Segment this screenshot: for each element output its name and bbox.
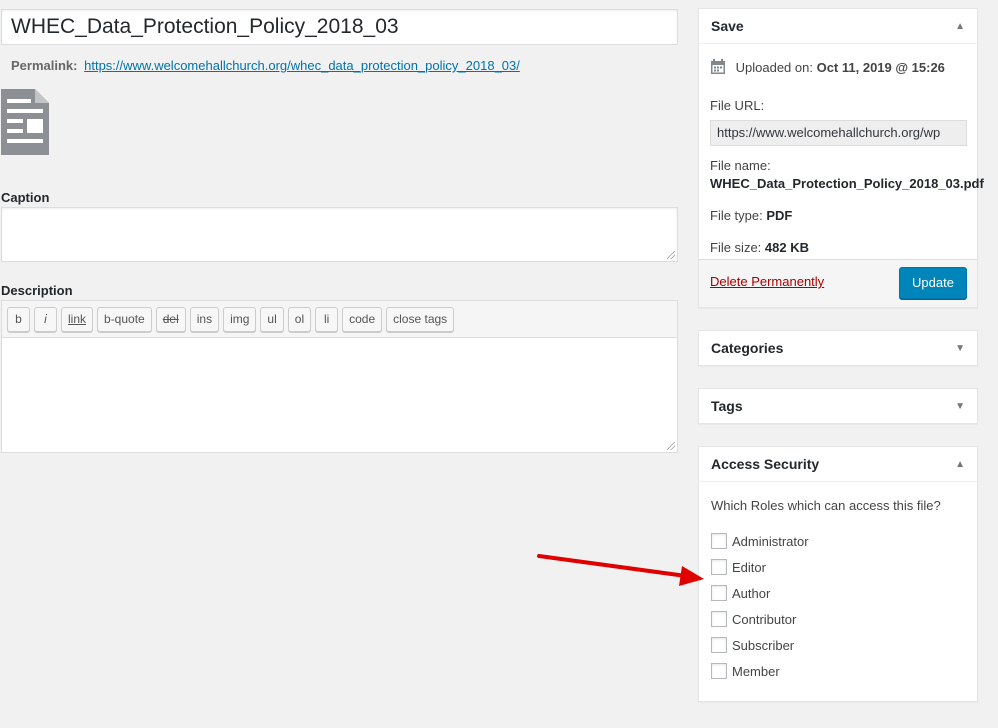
save-postbox: Save ▲ Uploaded on: Oct 11, 2019 @ 15:26… (698, 8, 984, 308)
toggle-up-icon[interactable]: ▲ (955, 9, 965, 44)
annotation-arrow-icon (537, 554, 704, 586)
description-textarea[interactable] (2, 338, 677, 452)
role-label: Administrator (732, 533, 809, 549)
role-row-subscriber[interactable]: Subscriber (711, 632, 965, 658)
file-url-label: File URL: (710, 98, 765, 113)
role-checkbox[interactable] (711, 559, 727, 575)
tags-postbox: Tags ▼ (698, 388, 978, 424)
qt-del-button[interactable]: del (155, 307, 186, 332)
caption-label: Caption (1, 190, 50, 205)
role-checkbox[interactable] (711, 585, 727, 601)
access-security-postbox: Access Security ▲ Which Roles which can … (698, 446, 978, 702)
document-icon (1, 89, 49, 155)
uploaded-label: Uploaded on: (735, 60, 813, 75)
qt-italic-button[interactable]: i (34, 307, 57, 332)
quicktags-toolbar: b i link b-quote del ins img ul ol li co… (2, 301, 677, 338)
file-type-value: PDF (766, 208, 793, 223)
qt-ins-button[interactable]: ins (189, 307, 220, 332)
role-row-author[interactable]: Author (711, 580, 965, 606)
categories-postbox: Categories ▼ (698, 330, 978, 366)
description-label: Description (1, 283, 73, 298)
qt-link-button[interactable]: link (61, 307, 94, 332)
role-row-editor[interactable]: Editor (711, 554, 965, 580)
role-label: Member (732, 663, 780, 679)
uploaded-on-row: Uploaded on: Oct 11, 2019 @ 15:26 (710, 56, 966, 98)
resize-grip[interactable] (667, 442, 675, 450)
role-label: Subscriber (732, 637, 795, 653)
save-postbox-header[interactable]: Save ▲ (699, 9, 977, 44)
update-button[interactable]: Update (899, 267, 967, 299)
role-row-member[interactable]: Member (711, 658, 965, 684)
qt-bold-button[interactable]: b (7, 307, 30, 332)
file-size-row: File size: 482 KB (710, 240, 966, 255)
qt-blockquote-button[interactable]: b-quote (97, 307, 152, 332)
role-checkbox[interactable] (711, 533, 727, 549)
save-actions: Delete Permanently Update (699, 259, 977, 307)
toggle-up-icon[interactable]: ▲ (955, 447, 965, 482)
permalink-url-link[interactable]: https://www.welcomehallchurch.org/whec_d… (84, 58, 520, 73)
permalink-label: Permalink: (11, 58, 78, 73)
access-security-postbox-header[interactable]: Access Security ▲ (699, 447, 977, 482)
file-name-row: File name: WHEC_Data_Protection_Policy_2… (710, 158, 984, 208)
role-label: Editor (732, 559, 766, 575)
title-input[interactable]: WHEC_Data_Protection_Policy_2018_03 (1, 9, 678, 45)
caption-textarea[interactable] (1, 207, 678, 262)
tags-postbox-header[interactable]: Tags ▼ (699, 389, 977, 424)
toggle-down-icon[interactable]: ▼ (955, 331, 965, 366)
file-type-row: File type: PDF (710, 208, 966, 240)
role-checkbox[interactable] (711, 637, 727, 653)
file-url-field[interactable]: https://www.welcomehallchurch.org/wp (710, 120, 967, 146)
role-checkbox[interactable] (711, 611, 727, 627)
file-size-value: 482 KB (764, 240, 809, 255)
qt-ul-button[interactable]: ul (260, 307, 284, 332)
role-checkbox[interactable] (711, 663, 727, 679)
delete-permanently-link[interactable]: Delete Permanently (710, 274, 824, 289)
role-row-contributor[interactable]: Contributor (711, 606, 965, 632)
access-security-postbox-title: Access Security (711, 456, 820, 472)
toggle-down-icon[interactable]: ▼ (955, 389, 965, 424)
qt-ol-button[interactable]: ol (287, 307, 312, 332)
description-editor: b i link b-quote del ins img ul ol li co… (1, 300, 678, 453)
role-label: Contributor (732, 611, 797, 627)
tags-postbox-title: Tags (711, 398, 743, 414)
categories-postbox-header[interactable]: Categories ▼ (699, 331, 977, 366)
categories-postbox-title: Categories (711, 340, 784, 356)
save-postbox-title: Save (711, 18, 744, 34)
calendar-icon (711, 59, 725, 74)
role-row-administrator[interactable]: Administrator (711, 528, 965, 554)
file-name-value: WHEC_Data_Protection_Policy_2018_03.pdf (710, 176, 984, 191)
permalink: Permalink: https://www.welcomehallchurch… (11, 58, 520, 73)
access-question: Which Roles which can access this file? (711, 498, 941, 513)
uploaded-value: Oct 11, 2019 @ 15:26 (816, 60, 945, 75)
file-url-row: File URL: https://www.welcomehallchurch.… (710, 98, 967, 158)
qt-close-tags-button[interactable]: close tags (386, 307, 455, 332)
role-label: Author (732, 585, 771, 601)
qt-code-button[interactable]: code (342, 307, 383, 332)
qt-li-button[interactable]: li (315, 307, 339, 332)
qt-img-button[interactable]: img (223, 307, 257, 332)
file-name-label: File name: (710, 158, 771, 173)
file-size-label: File size: (710, 240, 762, 255)
file-type-label: File type: (710, 208, 763, 223)
resize-grip[interactable] (667, 251, 675, 259)
